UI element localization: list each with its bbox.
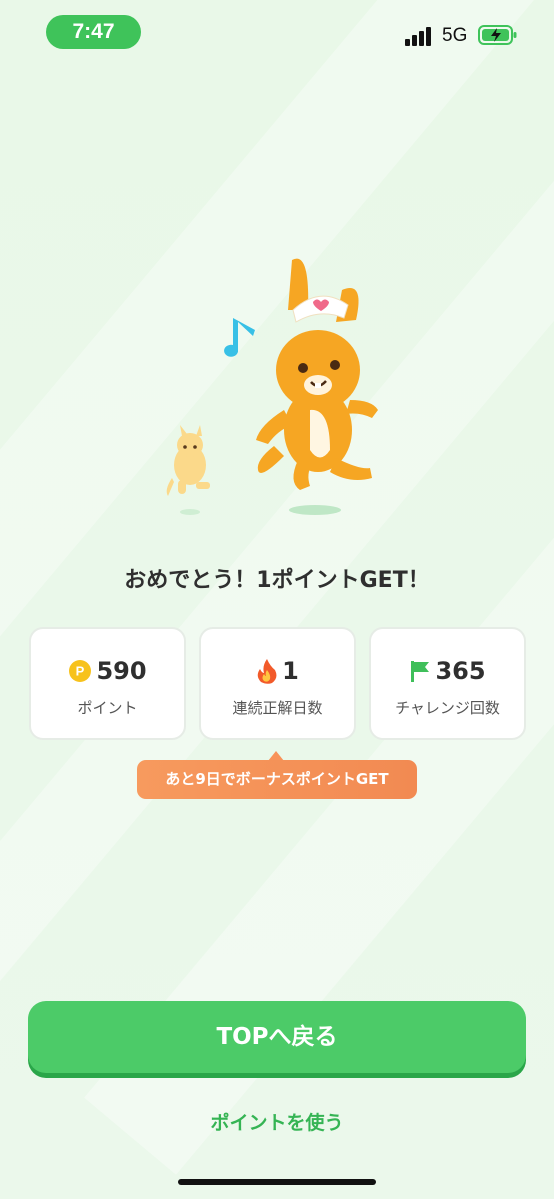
svg-text:P: P [76, 664, 85, 679]
status-bar: 7:47 5G [0, 0, 554, 62]
stat-card-challenges: 365 チャレンジ回数 [369, 627, 526, 740]
music-note-icon [224, 318, 255, 357]
battery-icon [478, 25, 517, 45]
status-time: 7:47 [46, 15, 141, 49]
stat-label: チャレンジ回数 [395, 699, 500, 717]
signal-icon [405, 26, 435, 46]
back-to-top-button[interactable]: TOPへ戻る [28, 1001, 526, 1073]
network-type: 5G [442, 25, 468, 46]
flame-icon [257, 659, 277, 684]
stat-card-points: P 590 ポイント [29, 627, 186, 740]
stat-card-streak: 1 連続正解日数 [199, 627, 356, 740]
result-headline: おめでとう！1ポイントGET！ [124, 568, 430, 593]
stat-label: ポイント [77, 699, 138, 717]
bonus-tip: あと9日でボーナスポイントGET [137, 760, 417, 799]
stats-row: P 590 ポイント 1 連続正解日数 365 チャレンジ回数 [29, 627, 526, 740]
flag-icon [411, 661, 430, 682]
stat-value: 1 [282, 657, 299, 685]
stat-value: 365 [435, 657, 486, 685]
use-points-link[interactable]: ポイントを使う [0, 1108, 554, 1135]
coin-icon: P [69, 660, 92, 682]
stat-value: 590 [96, 657, 147, 685]
home-indicator[interactable] [178, 1179, 376, 1185]
mascot-illustration [166, 258, 378, 515]
stat-label: 連続正解日数 [232, 699, 323, 717]
